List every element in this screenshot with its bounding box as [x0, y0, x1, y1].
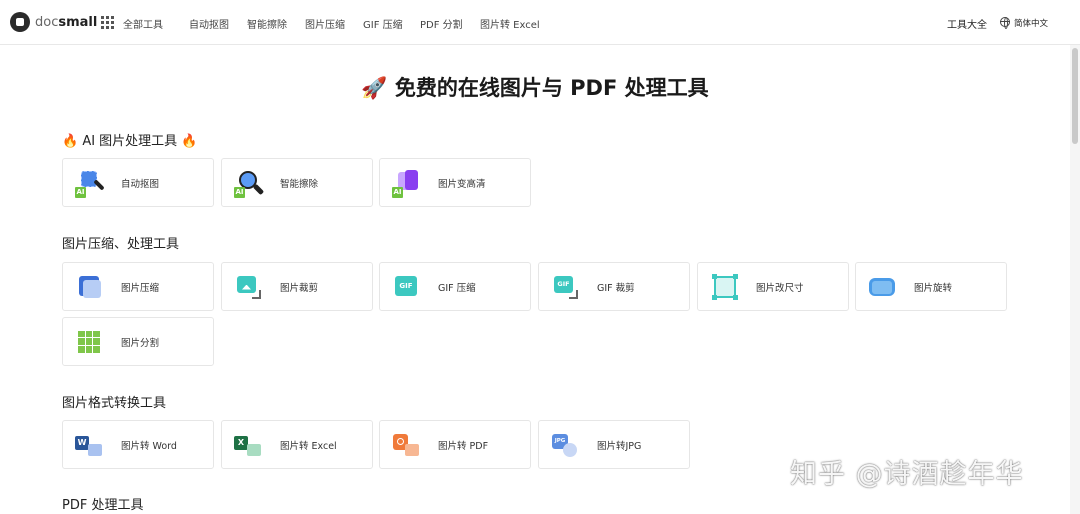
- gif-compress-icon: GIF: [392, 272, 422, 302]
- nav-all-tools[interactable]: 全部工具: [123, 16, 163, 31]
- image-split-icon: [75, 327, 105, 357]
- tool-card-auto-cutout[interactable]: AI 自动抠图: [62, 158, 214, 207]
- excel-letter: X: [234, 435, 248, 450]
- tool-card-image-upscale[interactable]: AI 图片变高清: [379, 158, 531, 207]
- tool-card-label: 图片改尺寸: [756, 282, 804, 294]
- tool-card-image-to-pdf[interactable]: 图片转 PDF: [379, 420, 531, 469]
- tool-card-label: 图片裁剪: [280, 282, 319, 294]
- tool-card-image-rotate[interactable]: 图片旋转: [855, 262, 1007, 311]
- apps-grid-icon[interactable]: [101, 16, 114, 29]
- tool-card-label: 图片变高清: [438, 178, 486, 190]
- scrollbar-thumb[interactable]: [1072, 48, 1078, 144]
- tool-card-label: 图片旋转: [914, 282, 953, 294]
- tool-card-smart-erase[interactable]: AI 智能擦除: [221, 158, 373, 207]
- ai-badge: AI: [234, 186, 245, 198]
- image-rotate-icon: [868, 272, 898, 302]
- watermark-text: 知乎 @诗酒趁年华: [790, 459, 1024, 490]
- language-selector[interactable]: 简体中文: [1014, 17, 1048, 29]
- tool-card-label: 图片转 Word: [121, 440, 177, 452]
- nav-gif-compress[interactable]: GIF 压缩: [363, 16, 403, 31]
- section-title-compress: 图片压缩、处理工具: [62, 237, 180, 252]
- gif-badge: GIF: [395, 275, 417, 296]
- image-upscale-icon: AI: [392, 168, 422, 198]
- section-title-pdf: PDF 处理工具: [62, 498, 144, 513]
- page: docsmall 全部工具 自动抠图 智能擦除 图片压缩 GIF 压缩 PDF …: [0, 0, 1080, 514]
- logo-icon: [10, 12, 30, 32]
- tool-card-image-to-jpg[interactable]: JPG 图片转JPG: [538, 420, 690, 469]
- pdf-icon: [392, 430, 422, 460]
- tool-card-label: GIF 裁剪: [597, 282, 635, 294]
- gif-crop-icon: GIF: [551, 272, 581, 302]
- tool-card-image-to-word[interactable]: W 图片转 Word: [62, 420, 214, 469]
- image-resize-icon: [710, 272, 740, 302]
- tool-card-label: 智能擦除: [280, 178, 319, 190]
- ai-badge: AI: [392, 186, 403, 198]
- section-title-ai: 🔥 AI 图片处理工具 🔥: [62, 134, 198, 149]
- logo-text: docsmall: [35, 14, 98, 30]
- tool-card-label: 图片转 PDF: [438, 440, 489, 452]
- tool-card-image-compress[interactable]: 图片压缩: [62, 262, 214, 311]
- tool-card-label: 图片压缩: [121, 282, 160, 294]
- page-title: 🚀 免费的在线图片与 PDF 处理工具: [0, 72, 1070, 102]
- nav-pdf-split[interactable]: PDF 分割: [420, 16, 463, 31]
- globe-icon[interactable]: [1000, 17, 1010, 29]
- rocket-icon: 🚀: [361, 76, 388, 100]
- logo[interactable]: docsmall: [10, 12, 97, 32]
- tool-card-label: 图片转 Excel: [280, 440, 337, 452]
- top-navigation-bar: docsmall 全部工具 自动抠图 智能擦除 图片压缩 GIF 压缩 PDF …: [0, 0, 1080, 45]
- tool-card-gif-crop[interactable]: GIF GIF 裁剪: [538, 262, 690, 311]
- tool-card-label: 图片转JPG: [597, 440, 642, 452]
- image-compress-icon: [75, 272, 105, 302]
- tool-card-label: GIF 压缩: [438, 282, 476, 294]
- smart-erase-icon: AI: [234, 168, 265, 198]
- tool-card-label: 自动抠图: [121, 178, 160, 190]
- nav-image-to-excel[interactable]: 图片转 Excel: [480, 16, 540, 31]
- ai-badge: AI: [75, 186, 86, 198]
- page-title-text: 免费的在线图片与 PDF 处理工具: [394, 76, 709, 100]
- section-title-convert: 图片格式转换工具: [62, 396, 167, 411]
- jpg-icon: JPG: [551, 430, 581, 460]
- tool-card-image-resize[interactable]: 图片改尺寸: [697, 262, 849, 311]
- tool-card-image-crop[interactable]: 图片裁剪: [221, 262, 373, 311]
- tools-list-link[interactable]: 工具大全: [947, 16, 987, 31]
- tool-card-image-to-excel[interactable]: X 图片转 Excel: [221, 420, 373, 469]
- word-icon: W: [75, 430, 105, 460]
- nav-image-compress[interactable]: 图片压缩: [305, 16, 345, 31]
- auto-cutout-icon: AI: [75, 168, 105, 198]
- nav-smart-erase[interactable]: 智能擦除: [247, 16, 287, 31]
- word-letter: W: [75, 435, 89, 450]
- excel-icon: X: [234, 430, 264, 460]
- tool-card-label: 图片分割: [121, 337, 160, 349]
- image-crop-icon: [234, 272, 264, 302]
- tool-card-gif-compress[interactable]: GIF GIF 压缩: [379, 262, 531, 311]
- nav-auto-cutout[interactable]: 自动抠图: [189, 16, 229, 31]
- tool-card-image-split[interactable]: 图片分割: [62, 317, 214, 366]
